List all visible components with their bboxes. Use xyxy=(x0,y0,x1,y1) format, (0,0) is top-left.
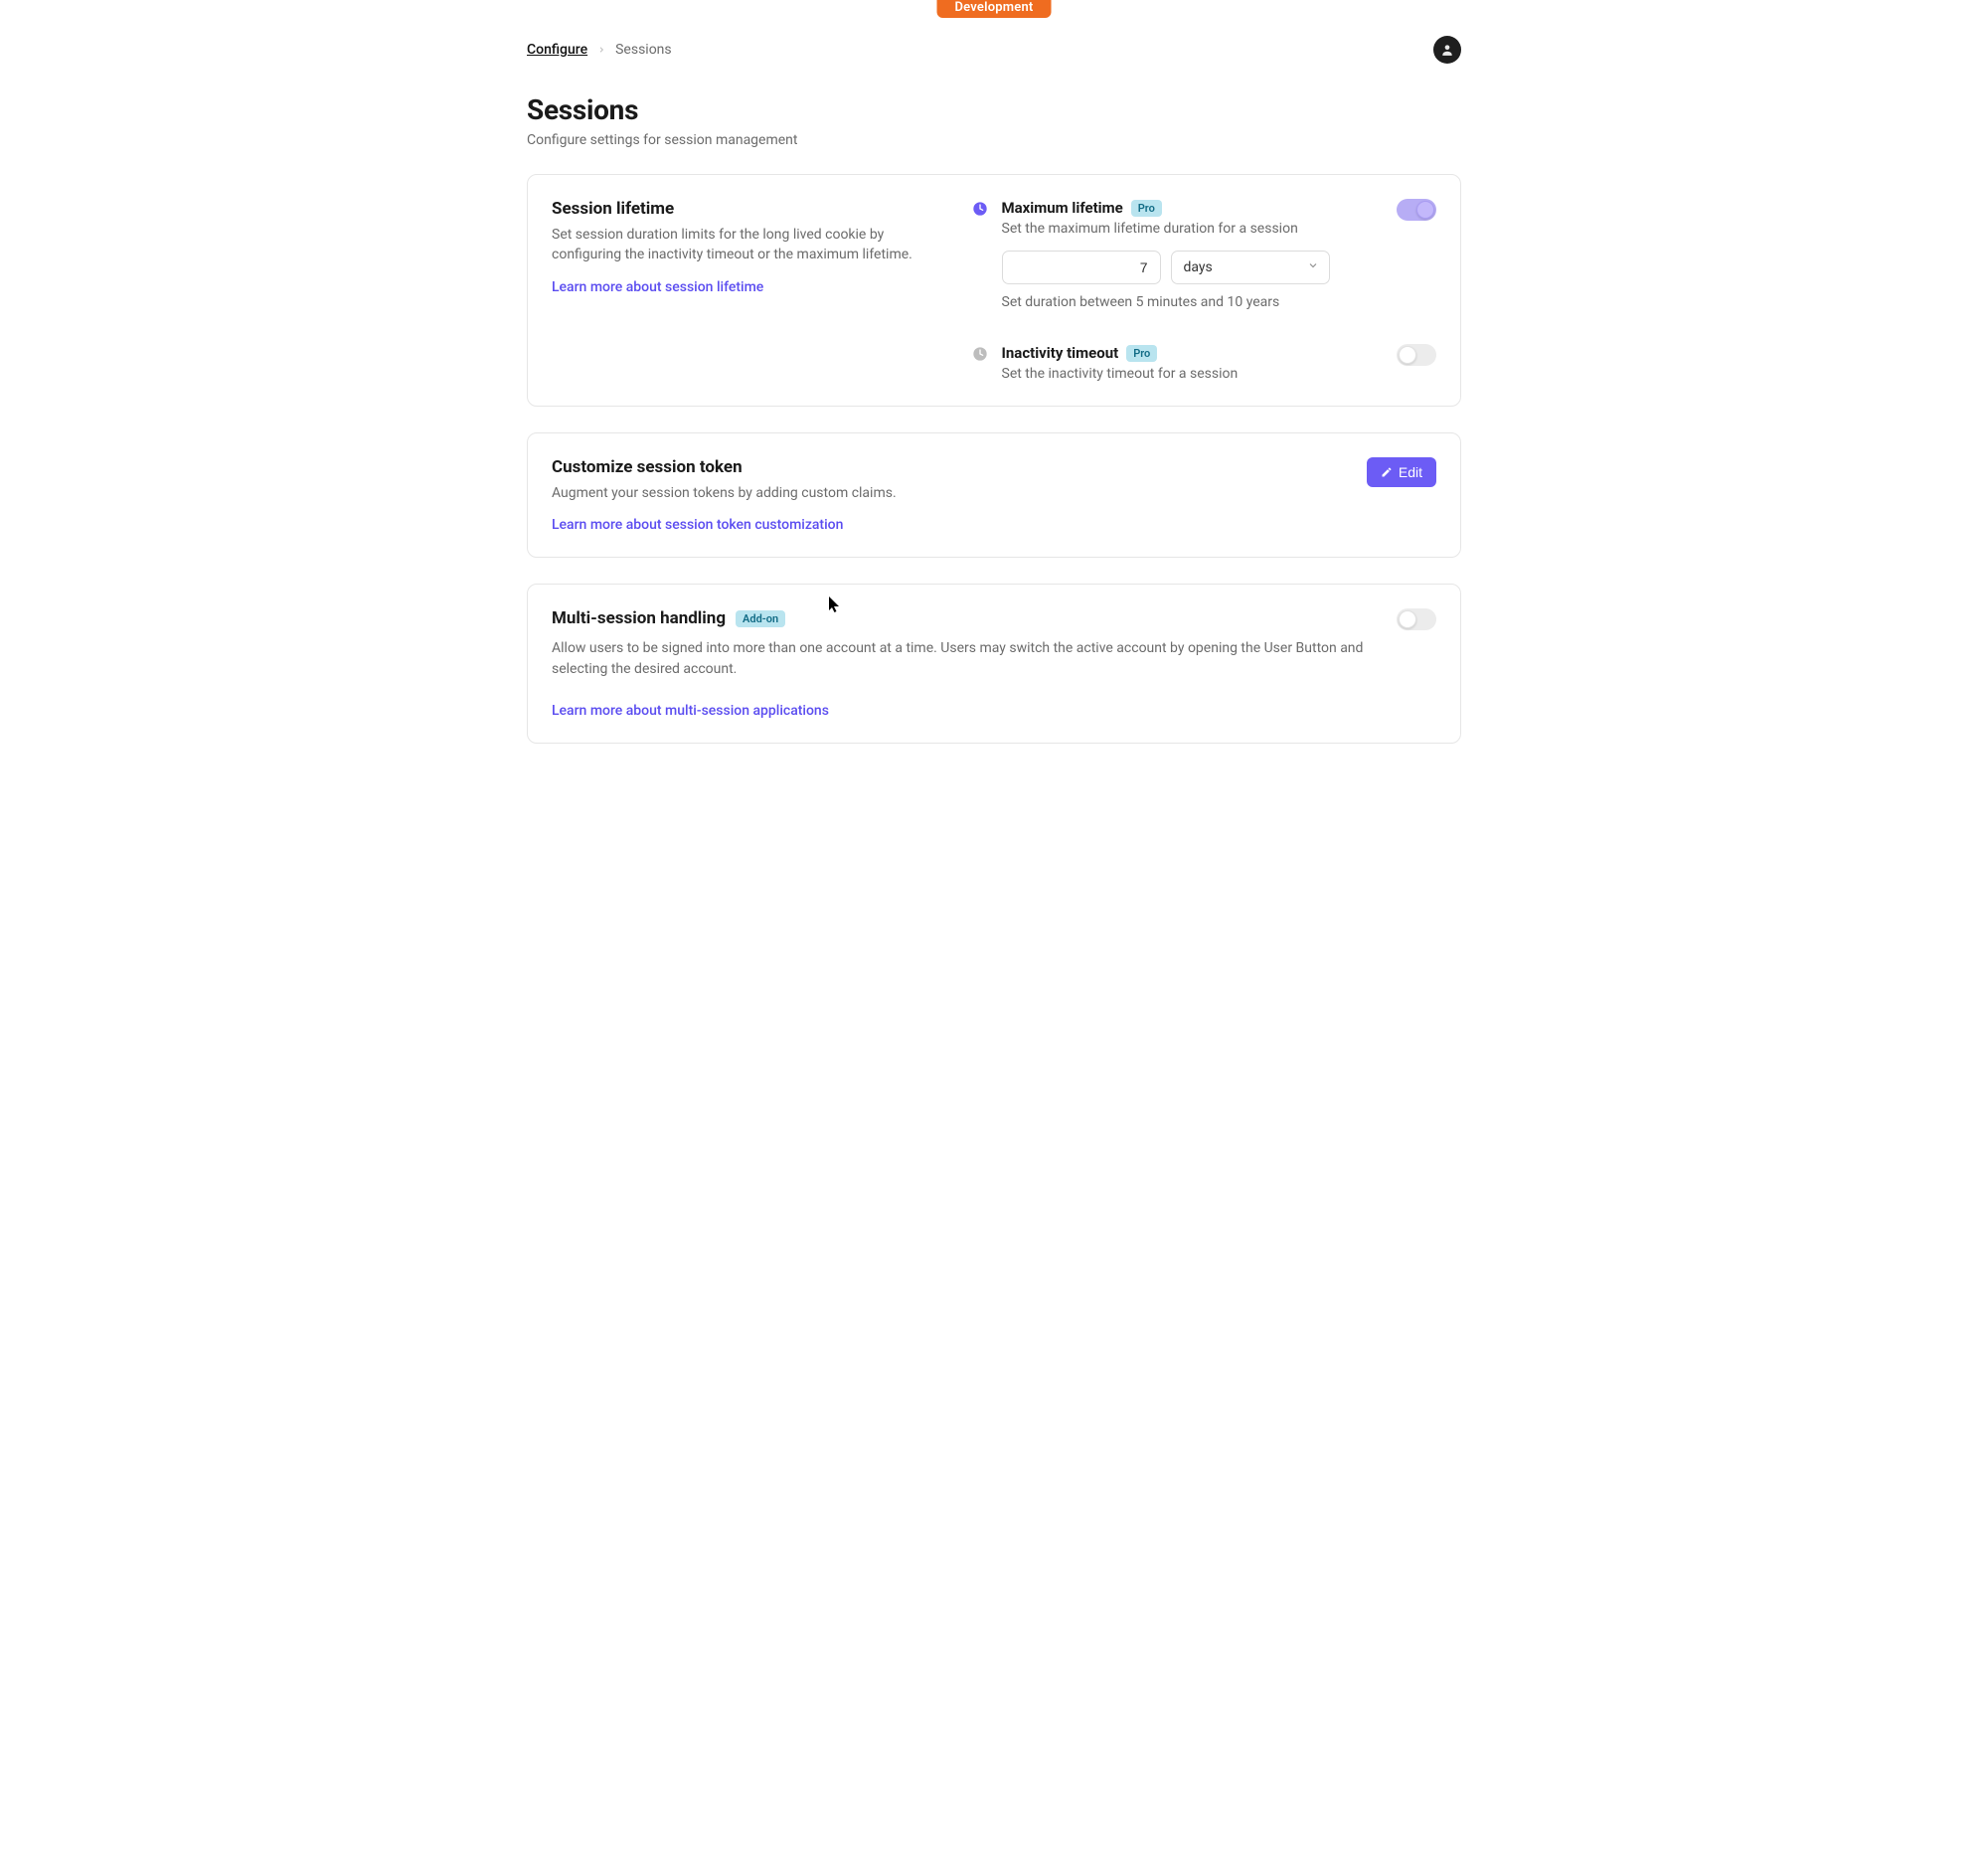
maximum-lifetime-unit-label: days xyxy=(1184,259,1213,275)
maximum-lifetime-title: Maximum lifetime xyxy=(1002,199,1123,217)
inactivity-timeout-title: Inactivity timeout xyxy=(1002,344,1119,362)
page-title: Sessions xyxy=(527,93,1461,126)
session-lifetime-desc: Set session duration limits for the long… xyxy=(552,225,932,265)
multi-session-title: Multi-session handling xyxy=(552,608,726,628)
maximum-lifetime-unit-select[interactable]: days xyxy=(1171,251,1330,284)
session-lifetime-title: Session lifetime xyxy=(552,199,932,219)
avatar[interactable] xyxy=(1433,36,1461,64)
breadcrumb-configure[interactable]: Configure xyxy=(527,42,587,58)
page-subtitle: Configure settings for session managemen… xyxy=(527,132,1461,148)
multi-session-learn-link[interactable]: Learn more about multi-session applicati… xyxy=(552,703,829,719)
maximum-lifetime-hint: Set duration between 5 minutes and 10 ye… xyxy=(1002,294,1437,310)
clock-icon xyxy=(972,199,990,310)
edit-button-label: Edit xyxy=(1399,464,1422,480)
customize-token-desc: Augment your session tokens by adding cu… xyxy=(552,483,1347,503)
maximum-lifetime-sub: Set the maximum lifetime duration for a … xyxy=(1002,221,1298,237)
inactivity-timeout-sub: Set the inactivity timeout for a session xyxy=(1002,366,1239,382)
breadcrumb: Configure Sessions xyxy=(527,42,672,58)
pro-badge: Pro xyxy=(1126,345,1157,362)
chevron-down-icon xyxy=(1307,259,1319,275)
user-icon xyxy=(1440,43,1454,57)
inactivity-timeout-setting: Inactivity timeout Pro Set the inactivit… xyxy=(972,344,1437,382)
edit-button[interactable]: Edit xyxy=(1367,457,1436,487)
multi-session-toggle[interactable] xyxy=(1397,608,1436,630)
session-lifetime-card: Session lifetime Set session duration li… xyxy=(527,174,1461,407)
customize-token-title: Customize session token xyxy=(552,457,1347,477)
addon-badge: Add-on xyxy=(736,610,785,627)
maximum-lifetime-toggle[interactable] xyxy=(1397,199,1436,221)
pro-badge: Pro xyxy=(1131,200,1162,217)
breadcrumb-current: Sessions xyxy=(615,42,672,58)
environment-badge: Development xyxy=(937,0,1052,18)
customize-token-card: Customize session token Augment your ses… xyxy=(527,432,1461,558)
session-lifetime-learn-link[interactable]: Learn more about session lifetime xyxy=(552,279,763,295)
clock-icon xyxy=(972,344,990,382)
maximum-lifetime-setting: Maximum lifetime Pro Set the maximum lif… xyxy=(972,199,1437,310)
multi-session-desc: Allow users to be signed into more than … xyxy=(552,638,1377,679)
multi-session-card: Multi-session handling Add-on Allow user… xyxy=(527,584,1461,744)
chevron-right-icon xyxy=(597,44,605,57)
inactivity-timeout-toggle[interactable] xyxy=(1397,344,1436,366)
pencil-icon xyxy=(1381,466,1393,478)
customize-token-learn-link[interactable]: Learn more about session token customiza… xyxy=(552,517,843,533)
maximum-lifetime-value-input[interactable] xyxy=(1002,251,1161,284)
